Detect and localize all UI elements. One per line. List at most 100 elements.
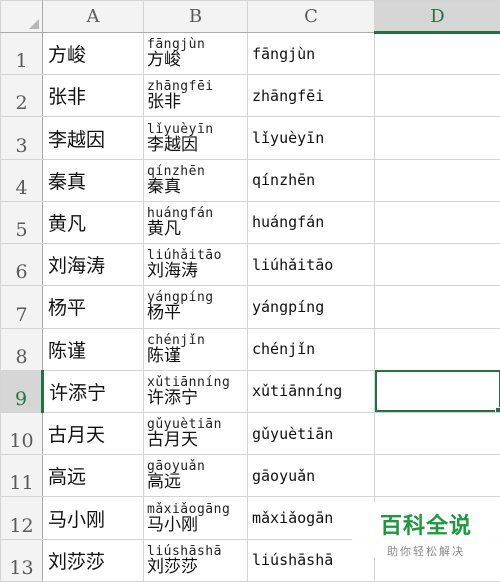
column-header-c[interactable]: C [247,0,375,33]
cell-pinyin[interactable]: lǐyuèyīn [247,116,375,160]
cell-pinyin[interactable]: liúhǎitāo [247,243,375,287]
cell-phonetic[interactable]: fāngjùn 方峻 [143,31,248,76]
column-header-b[interactable]: B [143,0,248,33]
cell-name[interactable]: 古月天 [42,411,144,456]
table-row: 2 张非 zhāngfēi 张非 zhāngfēi [0,74,500,118]
grid-body: 1 方峻 fāngjùn 方峻 fāngjùn 2 张非 zhāngfēi 张非 zhāngfēi… [0,31,500,582]
row-header[interactable]: 5 [0,200,43,245]
phonetic-hanzi: 陈谨 [147,345,181,366]
row-header[interactable]: 3 [0,116,43,160]
row-header[interactable]: 10 [0,411,43,456]
cell-empty[interactable] [374,285,500,329]
cell-phonetic[interactable]: gāoyuǎn 高远 [143,454,248,498]
cell-phonetic[interactable]: zhāngfēi 张非 [143,74,248,118]
cell-empty[interactable] [374,116,500,160]
phonetic-hanzi: 黄凡 [147,218,181,239]
cell-name[interactable]: 李越因 [42,116,144,160]
cell-empty[interactable] [374,411,500,456]
cell-pinyin[interactable]: chénjǐn [247,327,375,371]
watermark: 百科全说 助你轻松解决 [352,502,500,558]
cell-name[interactable]: 许添宁 [42,369,144,413]
table-row: 7 杨平 yángpíng 杨平 yángpíng [0,285,500,329]
row-header[interactable]: 11 [0,454,43,498]
table-row: 6 刘海涛 liúhǎitāo 刘海涛 liúhǎitāo [0,243,500,287]
cell-phonetic[interactable]: gǔyuètiān 古月天 [143,411,248,456]
cell-phonetic[interactable]: lǐyuèyīn 李越因 [143,116,248,160]
cell-empty[interactable] [374,327,500,371]
phonetic-hanzi: 李越因 [147,134,198,155]
cell-phonetic[interactable]: mǎxiǎogāng 马小刚 [143,496,248,540]
active-cell[interactable] [374,369,500,413]
table-row: 11 高远 gāoyuǎn 高远 gāoyuǎn [0,454,500,498]
cell-name[interactable]: 黄凡 [42,200,144,245]
cell-pinyin[interactable]: gǔyuètiān [247,411,375,456]
phonetic-hanzi: 杨平 [147,303,181,324]
cell-name[interactable]: 刘海涛 [42,243,144,287]
cell-empty[interactable] [374,243,500,287]
cell-pinyin[interactable]: fāngjùn [247,31,375,76]
table-row: 4 秦真 qínzhēn 秦真 qínzhēn [0,158,500,202]
cell-name[interactable]: 杨平 [42,285,144,329]
watermark-brand: 百科全说 [379,514,472,539]
row-header[interactable]: 9 [0,369,44,413]
phonetic-hanzi: 张非 [147,92,181,113]
phonetic-pinyin: mǎxiǎogāng [147,501,231,517]
row-header[interactable]: 4 [0,158,43,202]
cell-name[interactable]: 秦真 [42,158,144,202]
cell-phonetic[interactable]: yángpíng 杨平 [143,285,248,329]
cell-name[interactable]: 刘莎莎 [42,538,144,582]
row-header[interactable]: 8 [0,327,43,371]
cell-name[interactable]: 方峻 [42,31,144,76]
table-row: 5 黄凡 huángfán 黄凡 huángfán [0,200,500,245]
column-header-a[interactable]: A [42,0,144,33]
cell-phonetic[interactable]: liúhǎitāo 刘海涛 [143,243,248,287]
cell-empty[interactable] [374,74,500,118]
phonetic-pinyin: xǔtiānníng [147,374,231,390]
cell-phonetic[interactable]: huángfán 黄凡 [143,200,248,245]
cell-phonetic[interactable]: chénjǐn 陈谨 [143,327,248,371]
row-header[interactable]: 1 [0,31,43,76]
spreadsheet-grid[interactable]: A B C D 1 方峻 fāngjùn 方峻 fāngjùn 2 张非 zhāngfēi 张非… [0,0,500,582]
phonetic-hanzi: 刘莎莎 [147,556,198,577]
table-row: 10 古月天 gǔyuètiān 古月天 gǔyuètiān [0,411,500,456]
table-row: 9 许添宁 xǔtiānníng 许添宁 xǔtiānníng [0,369,500,413]
cell-empty[interactable] [374,200,500,245]
cell-empty[interactable] [374,31,500,76]
phonetic-pinyin: lǐyuèyīn [147,121,214,137]
cell-name[interactable]: 张非 [42,74,144,118]
cell-phonetic[interactable]: xǔtiānníng 许添宁 [143,369,248,413]
row-header[interactable]: 6 [0,243,43,287]
select-all-corner[interactable] [0,0,43,33]
row-header[interactable]: 7 [0,285,43,329]
phonetic-pinyin: liúshāshā [147,543,222,559]
row-header[interactable]: 13 [0,538,43,582]
table-row: 1 方峻 fāngjùn 方峻 fāngjùn [0,31,500,76]
cell-empty[interactable] [374,158,500,202]
cell-pinyin[interactable]: gāoyuǎn [247,454,375,498]
select-all-triangle-icon [29,19,39,29]
cell-phonetic[interactable]: qínzhēn 秦真 [143,158,248,202]
phonetic-pinyin: chénjǐn [147,332,206,348]
cell-name[interactable]: 陈谨 [42,327,144,371]
cell-phonetic[interactable]: liúshāshā 刘莎莎 [143,538,248,582]
cell-name[interactable]: 马小刚 [42,496,144,540]
phonetic-hanzi: 方峻 [147,50,181,71]
table-row: 8 陈谨 chénjǐn 陈谨 chénjǐn [0,327,500,371]
phonetic-hanzi: 秦真 [147,176,181,197]
cell-pinyin[interactable]: huángfán [247,200,375,245]
cell-pinyin[interactable]: xǔtiānníng [247,369,375,413]
cell-name[interactable]: 高远 [42,454,144,498]
phonetic-pinyin: qínzhēn [147,163,206,179]
cell-empty[interactable] [374,454,500,498]
cell-pinyin[interactable]: zhāngfēi [247,74,375,118]
cell-pinyin[interactable]: qínzhēn [247,158,375,202]
watermark-slogan: 助你轻松解决 [387,545,465,558]
phonetic-hanzi: 许添宁 [147,387,198,408]
phonetic-hanzi: 古月天 [147,430,198,451]
row-header[interactable]: 12 [0,496,43,540]
phonetic-hanzi: 刘海涛 [147,261,198,282]
table-row: 3 李越因 lǐyuèyīn 李越因 lǐyuèyīn [0,116,500,160]
cell-pinyin[interactable]: yángpíng [247,285,375,329]
column-header-d[interactable]: D [374,0,500,34]
row-header[interactable]: 2 [0,74,43,118]
